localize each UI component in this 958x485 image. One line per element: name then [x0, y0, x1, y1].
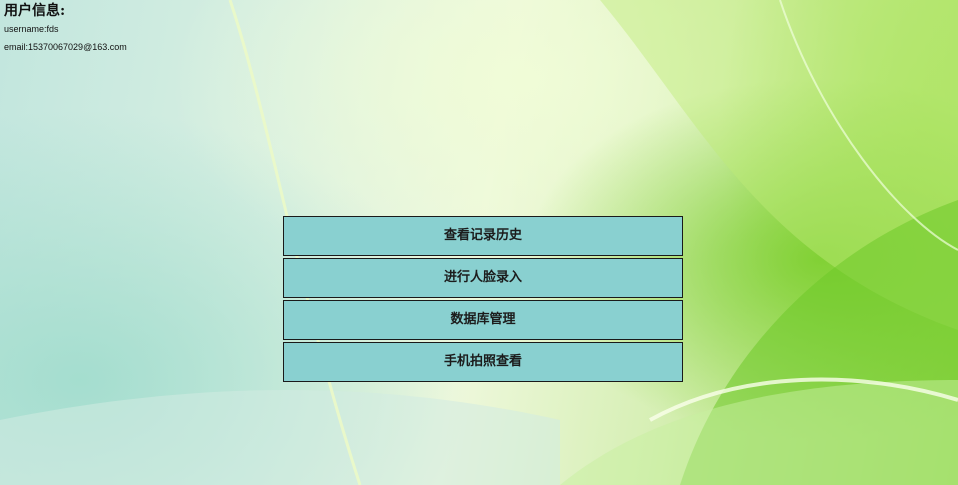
database-management-button[interactable]: 数据库管理: [283, 300, 683, 340]
user-info-panel: 用户信息: username:fds email:15370067029@163…: [4, 2, 127, 56]
main-menu: 查看记录历史 进行人脸录入 数据库管理 手机拍照查看: [283, 216, 683, 384]
username-text: username:fds: [4, 24, 59, 34]
user-info-title: 用户信息:: [4, 3, 66, 19]
phone-photo-view-button[interactable]: 手机拍照查看: [283, 342, 683, 382]
view-history-button[interactable]: 查看记录历史: [283, 216, 683, 256]
face-enroll-button[interactable]: 进行人脸录入: [283, 258, 683, 298]
email-text: email:15370067029@163.com: [4, 42, 127, 52]
